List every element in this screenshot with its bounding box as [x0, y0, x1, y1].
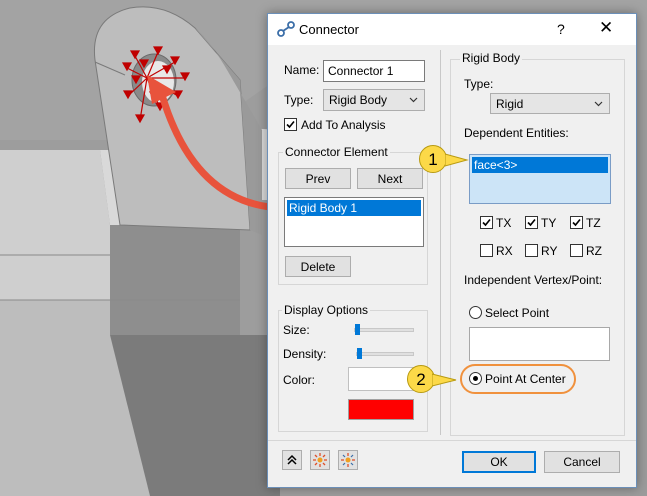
callout-badge-2: 2 — [407, 365, 435, 393]
dependent-entities-list[interactable]: face<3> — [469, 154, 611, 204]
color-label: Color: — [283, 373, 316, 387]
add-to-analysis-checkbox[interactable] — [284, 118, 297, 131]
checkmark-icon — [286, 120, 295, 129]
dependent-entities-label: Dependent Entities: — [464, 126, 569, 140]
tx-checkbox[interactable] — [480, 216, 493, 229]
name-field[interactable]: Connector 1 — [323, 60, 425, 82]
burst-icon — [313, 453, 327, 467]
tx-label: TX — [496, 216, 512, 230]
close-button[interactable]: ✕ — [599, 18, 613, 38]
tz-checkbox[interactable] — [570, 216, 583, 229]
select-point-radio[interactable] — [469, 306, 482, 319]
point-at-center-radio[interactable] — [469, 372, 482, 385]
collapse-button[interactable] — [282, 450, 302, 470]
rz-label: RZ — [586, 244, 602, 258]
type-label: Type: — [284, 93, 314, 107]
size-slider-thumb[interactable] — [355, 324, 360, 335]
double-chevron-up-icon — [287, 454, 297, 465]
density-label: Density: — [283, 347, 327, 361]
density-slider-thumb[interactable] — [357, 348, 362, 359]
chevron-down-icon — [594, 101, 603, 107]
add-to-analysis-label: Add To Analysis — [301, 118, 386, 132]
checkmark-icon — [482, 218, 491, 227]
callout-pointer-2 — [432, 373, 457, 387]
ty-checkbox[interactable] — [525, 216, 538, 229]
connector-dialog: Connector ? ✕ Name: Connector 1 Type: Ri… — [267, 13, 637, 488]
select-point-label: Select Point — [485, 306, 550, 320]
explode-button[interactable] — [310, 450, 330, 470]
ry-label: RY — [541, 244, 558, 258]
ty-label: TY — [541, 216, 557, 230]
connector-element-title: Connector Element — [283, 145, 390, 159]
color-preview — [348, 367, 414, 391]
base-left-face — [0, 150, 110, 300]
name-label: Name: — [284, 63, 320, 77]
color-swatch-button[interactable] — [348, 399, 414, 420]
size-slider[interactable] — [354, 328, 414, 332]
connector-icon — [277, 21, 295, 37]
display-options-title: Display Options — [282, 303, 371, 317]
rz-checkbox[interactable] — [570, 244, 583, 257]
list-item[interactable]: Rigid Body 1 — [287, 200, 421, 216]
base-shadow-face — [110, 225, 240, 335]
callout-badge-1: 1 — [419, 145, 447, 173]
bottom-divider — [268, 440, 636, 441]
radio-dot-icon — [473, 376, 478, 381]
checkmark-icon — [572, 218, 581, 227]
dialog-title: Connector — [299, 22, 359, 37]
prev-button[interactable]: Prev — [285, 168, 351, 189]
rx-label: RX — [496, 244, 513, 258]
ry-checkbox[interactable] — [525, 244, 538, 257]
rigid-type-select[interactable]: Rigid — [490, 93, 610, 114]
delete-button[interactable]: Delete — [285, 256, 351, 277]
type-select[interactable]: Rigid Body — [323, 89, 425, 111]
next-button[interactable]: Next — [357, 168, 423, 189]
dialog-titlebar[interactable]: Connector ? ✕ — [268, 14, 636, 45]
point-selection-box[interactable] — [469, 327, 610, 361]
point-at-center-label: Point At Center — [485, 372, 566, 386]
list-item[interactable]: face<3> — [472, 157, 608, 173]
size-label: Size: — [283, 323, 310, 337]
tz-label: TZ — [586, 216, 601, 230]
cancel-button[interactable]: Cancel — [544, 451, 620, 473]
rigid-type-label: Type: — [464, 77, 494, 91]
help-button[interactable]: ? — [557, 21, 565, 37]
rx-checkbox[interactable] — [480, 244, 493, 257]
burst-multi-icon — [341, 453, 355, 467]
connector-element-list[interactable]: Rigid Body 1 — [284, 197, 424, 247]
chevron-down-icon — [409, 97, 418, 103]
density-slider[interactable] — [356, 352, 414, 356]
rigid-type-value: Rigid — [496, 97, 524, 111]
independent-point-label: Independent Vertex/Point: — [464, 273, 603, 287]
rigid-body-title: Rigid Body — [460, 51, 523, 65]
callout-pointer-1 — [445, 153, 469, 167]
type-select-value: Rigid Body — [329, 93, 388, 107]
checkmark-icon — [527, 218, 536, 227]
ok-button[interactable]: OK — [462, 451, 536, 473]
explode-all-button[interactable] — [338, 450, 358, 470]
